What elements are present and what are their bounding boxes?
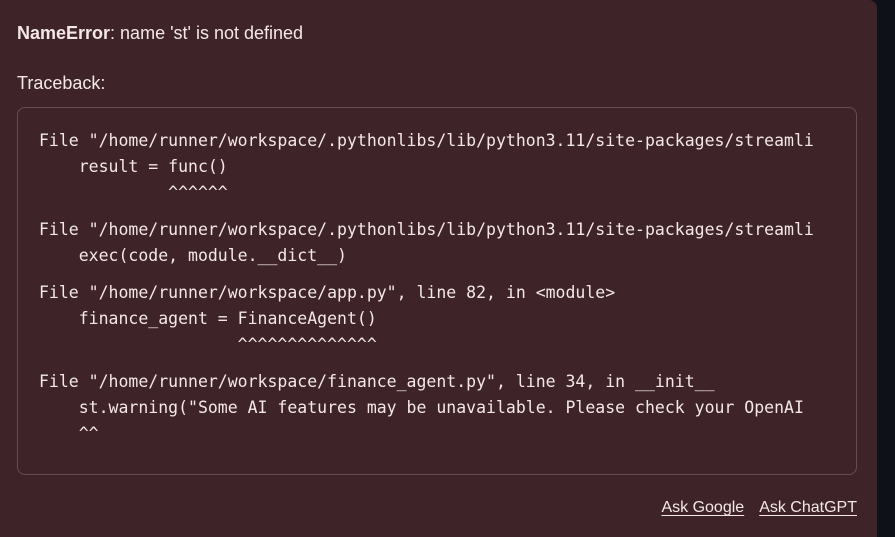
frame-marker-line: ^^^^^^ xyxy=(39,183,228,202)
frame-file-line: File "/home/runner/workspace/app.py", li… xyxy=(39,283,616,302)
error-type: NameError xyxy=(17,23,111,43)
frame-file-line: File "/home/runner/workspace/finance_age… xyxy=(39,372,715,391)
traceback-frame: File "/home/runner/workspace/finance_age… xyxy=(39,369,814,447)
traceback-label: Traceback: xyxy=(17,73,106,93)
help-links: Ask Google Ask ChatGPT xyxy=(661,496,857,520)
traceback-frame: File "/home/runner/workspace/.pythonlibs… xyxy=(39,128,814,206)
frame-file-line: File "/home/runner/workspace/.pythonlibs… xyxy=(39,220,814,239)
frame-file-line: File "/home/runner/workspace/.pythonlibs… xyxy=(39,131,814,150)
exception-panel: NameError: name 'st' is not defined Trac… xyxy=(0,0,877,537)
frame-code-line: exec(code, module.__dict__) xyxy=(39,246,347,265)
error-message: : name 'st' is not defined xyxy=(110,23,304,43)
traceback-code-block[interactable]: File "/home/runner/workspace/.pythonlibs… xyxy=(17,107,857,475)
page-gutter xyxy=(877,0,895,537)
traceback-frame: File "/home/runner/workspace/app.py", li… xyxy=(39,280,814,358)
frame-code-line: result = func() xyxy=(39,157,228,176)
frame-code-line: finance_agent = FinanceAgent() xyxy=(39,309,377,328)
traceback-frames: File "/home/runner/workspace/.pythonlibs… xyxy=(39,128,814,447)
frame-marker-line: ^^ xyxy=(39,424,99,443)
ask-google-link[interactable]: Ask Google xyxy=(661,496,744,520)
ask-chatgpt-link[interactable]: Ask ChatGPT xyxy=(759,496,857,520)
frame-code-line: st.warning("Some AI features may be unav… xyxy=(39,398,804,417)
frame-marker-line: ^^^^^^^^^^^^^^ xyxy=(39,335,377,354)
traceback-frame: File "/home/runner/workspace/.pythonlibs… xyxy=(39,217,814,269)
error-heading: NameError: name 'st' is not defined xyxy=(17,20,303,46)
